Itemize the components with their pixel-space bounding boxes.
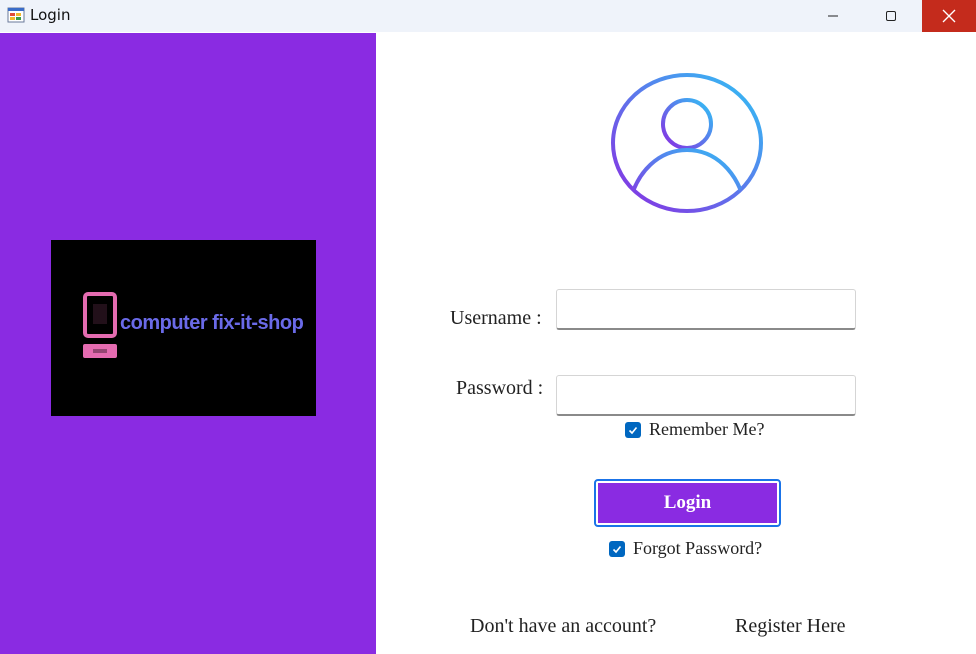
register-link[interactable]: Register Here: [735, 615, 846, 638]
no-account-text: Don't have an account?: [470, 615, 657, 637]
maximize-button[interactable]: [864, 0, 918, 32]
remember-me-checkbox[interactable]: Remember Me?: [625, 419, 764, 440]
minimize-button[interactable]: [806, 0, 860, 32]
windows-form-icon[interactable]: [7, 6, 25, 24]
close-button[interactable]: [922, 0, 976, 32]
password-field[interactable]: [556, 375, 856, 416]
close-icon: [942, 9, 956, 23]
remember-me-label: Remember Me?: [649, 419, 765, 439]
forgot-password-checkbox[interactable]: Forgot Password?: [609, 538, 762, 559]
login-button[interactable]: Login: [598, 483, 777, 523]
shop-logo: computer fix-it-shop: [51, 240, 316, 416]
shop-logo-text: computer fix-it-shop: [120, 312, 304, 334]
minimize-icon: [827, 10, 839, 22]
checkmark-icon[interactable]: [609, 540, 625, 557]
password-input[interactable]: [557, 376, 855, 414]
login-button-focus-ring: Login: [594, 479, 781, 527]
computer-monitor-icon: [81, 292, 119, 367]
title-bar: Login: [0, 0, 976, 32]
brand-panel: computer fix-it-shop: [0, 33, 376, 654]
username-field[interactable]: [556, 289, 856, 330]
forgot-password-label: Forgot Password?: [633, 538, 763, 558]
maximize-icon: [885, 10, 897, 22]
password-label: Password :: [456, 377, 544, 399]
username-label: Username :: [450, 307, 542, 329]
window-title: Login: [30, 6, 71, 24]
checkmark-icon[interactable]: [625, 421, 641, 438]
username-input[interactable]: [557, 290, 855, 328]
user-circle-icon: [608, 70, 766, 216]
